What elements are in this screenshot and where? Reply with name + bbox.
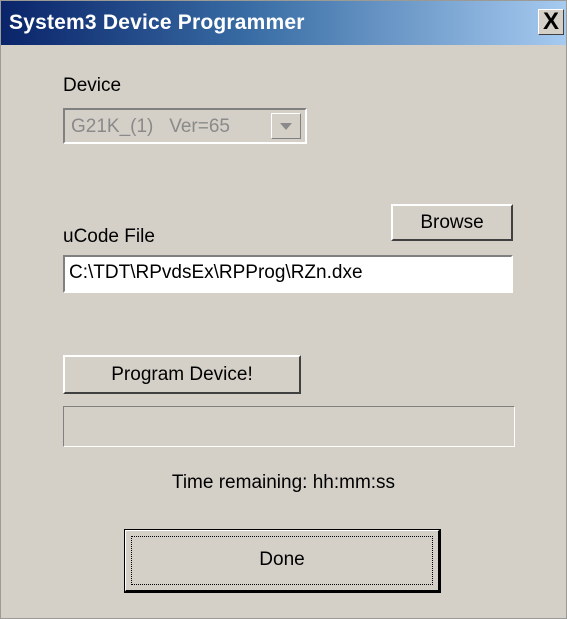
program-device-button[interactable]: Program Device! [63, 355, 301, 394]
device-selected-value: G21K_(1) Ver=65 [71, 116, 230, 137]
chevron-down-icon [280, 123, 292, 130]
time-remaining-text: Time remaining: hh:mm:ss [171, 472, 396, 493]
ucode-file-label: uCode File [63, 226, 155, 247]
window-title: System3 Device Programmer [9, 11, 305, 34]
title-bar[interactable]: System3 Device Programmer X [1, 1, 566, 45]
ucode-file-path-input[interactable]: C:\TDT\RPvdsEx\RPProg\RZn.dxe [63, 255, 513, 293]
device-dropdown[interactable]: G21K_(1) Ver=65 [63, 108, 307, 144]
device-label: Device [63, 75, 122, 96]
device-dropdown-arrow[interactable] [271, 113, 301, 139]
focus-rectangle [131, 536, 433, 585]
close-button[interactable]: X [538, 8, 564, 35]
device-programmer-dialog: System3 Device Programmer X Device G21K_… [0, 0, 567, 619]
browse-button[interactable]: Browse [391, 204, 513, 241]
done-button[interactable]: Done [124, 529, 441, 593]
close-icon: X [542, 8, 559, 35]
programming-progress-bar [63, 406, 515, 447]
